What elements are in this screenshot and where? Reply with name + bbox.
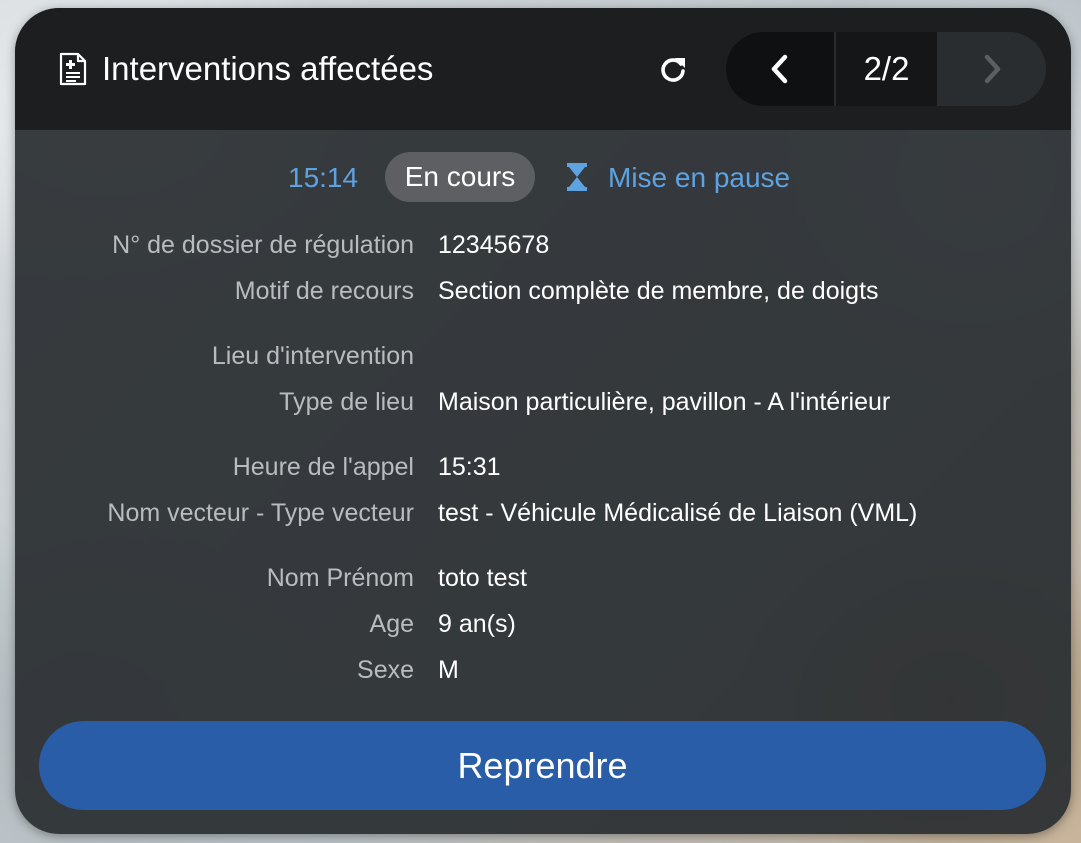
detail-value: toto test — [438, 564, 527, 592]
detail-row-heure-appel: Heure de l'appel 15:31 — [15, 449, 1071, 485]
detail-row-nom-prenom: Nom Prénom toto test — [15, 560, 1071, 596]
card-header: Interventions affectées 2/2 — [15, 8, 1071, 130]
detail-label: Lieu d'intervention — [211, 342, 414, 370]
detail-label: Heure de l'appel — [232, 453, 414, 481]
status-row: 15:14 En cours Mise en pause — [15, 152, 1071, 202]
detail-label: N° de dossier de régulation — [112, 231, 414, 259]
refresh-icon[interactable] — [658, 54, 688, 84]
detail-value: test - Véhicule Médicalisé de Liaison (V… — [438, 499, 918, 527]
detail-value: Maison particulière, pavillon - A l'inté… — [438, 388, 891, 416]
detail-row-type-lieu: Type de lieu Maison particulière, pavill… — [15, 384, 1071, 420]
pagination: 2/2 — [726, 32, 1046, 106]
interventions-card: Interventions affectées 2/2 15:14 En cou… — [15, 8, 1071, 834]
next-button[interactable] — [937, 32, 1046, 106]
chevron-right-icon — [984, 54, 1000, 84]
detail-value: 15:31 — [438, 453, 501, 481]
detail-row-motif: Motif de recours Section complète de mem… — [15, 273, 1071, 309]
resume-button[interactable]: Reprendre — [39, 721, 1046, 810]
detail-value: M — [438, 656, 459, 684]
detail-label: Motif de recours — [234, 277, 414, 305]
page-counter: 2/2 — [834, 32, 937, 106]
medical-document-icon — [59, 52, 87, 86]
detail-value: Section complète de membre, de doigts — [438, 277, 879, 305]
detail-row-vecteur: Nom vecteur - Type vecteur test - Véhicu… — [15, 495, 1071, 531]
previous-button[interactable] — [726, 32, 834, 106]
detail-value: 12345678 — [438, 231, 550, 259]
page-title: Interventions affectées — [102, 50, 434, 87]
detail-label: Sexe — [357, 656, 414, 684]
detail-row-dossier: N° de dossier de régulation 12345678 — [15, 227, 1071, 263]
pause-button[interactable]: Mise en pause — [608, 162, 790, 194]
status-badge: En cours — [385, 152, 535, 202]
chevron-left-icon — [771, 54, 788, 84]
detail-value: 9 an(s) — [438, 610, 516, 638]
detail-label: Age — [369, 610, 414, 638]
detail-row-age: Age 9 an(s) — [15, 606, 1071, 642]
detail-label: Type de lieu — [279, 388, 414, 416]
detail-label: Nom Prénom — [266, 564, 414, 592]
hourglass-icon[interactable] — [566, 162, 588, 192]
detail-label: Nom vecteur - Type vecteur — [107, 499, 414, 527]
detail-row-lieu: Lieu d'intervention — [15, 338, 1071, 374]
elapsed-time: 15:14 — [288, 162, 359, 193]
detail-row-sexe: Sexe M — [15, 652, 1071, 688]
